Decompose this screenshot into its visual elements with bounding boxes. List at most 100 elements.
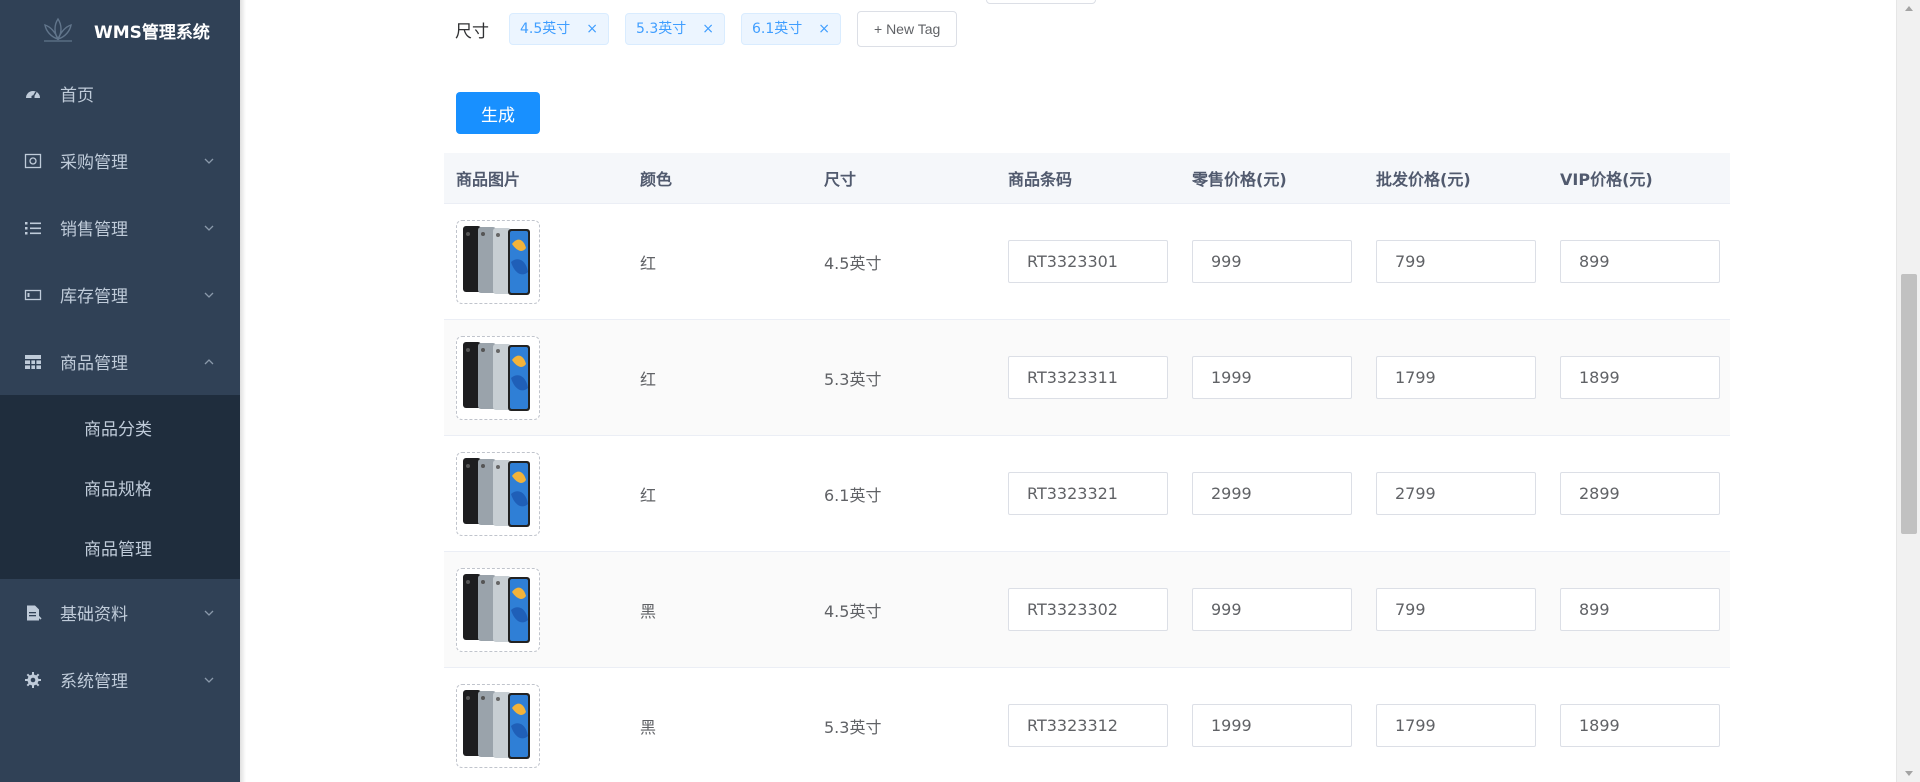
wholesale-cell	[1364, 704, 1548, 747]
barcode-cell	[996, 240, 1180, 283]
tag-close-icon[interactable]: ×	[818, 14, 830, 44]
barcode-cell	[996, 472, 1180, 515]
image-cell	[444, 451, 628, 536]
sidebar-item-sales[interactable]: 销售管理	[0, 194, 240, 261]
table-row: 黑 5.3英寸	[444, 668, 1730, 782]
sidebar: WMS管理系统 首页 采购管理 销售管理 库存管理 商品管理 商品分类 商品规格…	[0, 0, 240, 782]
purchase-icon	[24, 152, 42, 170]
phone-image-icon	[463, 689, 530, 759]
barcode-cell	[996, 588, 1180, 631]
document-icon	[24, 604, 42, 622]
list-icon	[24, 219, 42, 237]
table-body: 红 4.5英寸 红 5.3英寸	[444, 204, 1730, 782]
color-cell: 红	[640, 485, 657, 505]
vip-price-input[interactable]	[1560, 588, 1720, 631]
size-tag: 6.1英寸 ×	[741, 13, 841, 45]
size-cell: 5.3英寸	[824, 717, 882, 737]
wholesale-price-input[interactable]	[1376, 704, 1536, 747]
chevron-up-icon	[204, 358, 214, 364]
scroll-thumb[interactable]	[1901, 274, 1917, 534]
sidebar-item-label: 系统管理	[60, 672, 128, 692]
gear-icon	[24, 671, 42, 689]
barcode-input[interactable]	[1008, 588, 1168, 631]
wholesale-price-input[interactable]	[1376, 588, 1536, 631]
sidebar-item-system[interactable]: 系统管理	[0, 646, 240, 713]
app-logo: WMS管理系统	[0, 0, 240, 60]
sku-table: 商品图片 颜色 尺寸 商品条码 零售价格(元) 批发价格(元) VIP价格(元)	[444, 153, 1730, 782]
wholesale-price-input[interactable]	[1376, 356, 1536, 399]
sidebar-item-purchase[interactable]: 采购管理	[0, 127, 240, 194]
generate-button[interactable]: 生成	[456, 92, 540, 134]
wholesale-cell	[1364, 356, 1548, 399]
sidebar-item-goods[interactable]: 商品管理	[0, 328, 240, 395]
chevron-down-icon	[204, 610, 214, 616]
sidebar-item-label: 基础资料	[60, 605, 128, 625]
product-image-upload[interactable]	[456, 219, 540, 304]
inventory-icon	[24, 286, 42, 304]
retail-price-input[interactable]	[1192, 704, 1352, 747]
retail-cell	[1180, 588, 1364, 631]
sidebar-item-label: 采购管理	[60, 153, 128, 173]
retail-price-input[interactable]	[1192, 356, 1352, 399]
size-cell: 4.5英寸	[824, 601, 882, 621]
tag-label: 4.5英寸	[520, 21, 571, 37]
phone-image-icon	[463, 457, 530, 527]
retail-price-input[interactable]	[1192, 472, 1352, 515]
tag-label: 5.3英寸	[636, 21, 687, 37]
column-header: 商品条码	[1008, 170, 1073, 189]
chevron-down-icon	[204, 225, 214, 231]
barcode-cell	[996, 356, 1180, 399]
sidebar-subitem-goods[interactable]: 商品管理	[0, 517, 240, 577]
color-cell: 黑	[640, 717, 657, 737]
vip-price-input[interactable]	[1560, 472, 1720, 515]
vip-cell	[1548, 588, 1730, 631]
wholesale-cell	[1364, 588, 1548, 631]
retail-price-input[interactable]	[1192, 240, 1352, 283]
app-title: WMS管理系统	[94, 22, 210, 43]
size-label: 尺寸	[455, 21, 489, 42]
retail-cell	[1180, 356, 1364, 399]
sidebar-subitem-category[interactable]: 商品分类	[0, 397, 240, 457]
vip-cell	[1548, 356, 1730, 399]
product-image-upload[interactable]	[456, 451, 540, 536]
tag-close-icon[interactable]: ×	[586, 14, 598, 44]
tag-label: 6.1英寸	[752, 21, 803, 37]
wholesale-price-input[interactable]	[1376, 472, 1536, 515]
vip-price-input[interactable]	[1560, 356, 1720, 399]
barcode-input[interactable]	[1008, 356, 1168, 399]
size-cell: 6.1英寸	[824, 485, 882, 505]
table-row: 黑 4.5英寸	[444, 552, 1730, 668]
sidebar-item-basic-data[interactable]: 基础资料	[0, 579, 240, 646]
retail-price-input[interactable]	[1192, 588, 1352, 631]
new-tag-button[interactable]: + New Tag	[857, 11, 958, 47]
sidebar-subitem-spec[interactable]: 商品规格	[0, 457, 240, 517]
sidebar-item-inventory[interactable]: 库存管理	[0, 261, 240, 328]
image-cell	[444, 567, 628, 652]
column-header: 零售价格(元)	[1192, 170, 1287, 189]
size-cell: 5.3英寸	[824, 369, 882, 389]
scroll-down-icon[interactable]	[1905, 771, 1913, 776]
sidebar-item-label: 销售管理	[60, 220, 128, 240]
product-image-upload[interactable]	[456, 567, 540, 652]
scroll-up-icon[interactable]	[1905, 6, 1913, 11]
vip-price-input[interactable]	[1560, 704, 1720, 747]
product-image-upload[interactable]	[456, 335, 540, 420]
lotus-logo-icon	[44, 17, 72, 42]
barcode-input[interactable]	[1008, 240, 1168, 283]
wholesale-price-input[interactable]	[1376, 240, 1536, 283]
barcode-input[interactable]	[1008, 472, 1168, 515]
vip-price-input[interactable]	[1560, 240, 1720, 283]
sidebar-subitem-label: 商品管理	[84, 539, 152, 560]
phone-image-icon	[463, 573, 530, 643]
sidebar-item-home[interactable]: 首页	[0, 60, 240, 127]
tag-close-icon[interactable]: ×	[702, 14, 714, 44]
retail-cell	[1180, 240, 1364, 283]
table-row: 红 6.1英寸	[444, 436, 1730, 552]
chevron-down-icon	[204, 292, 214, 298]
vip-cell	[1548, 704, 1730, 747]
product-image-upload[interactable]	[456, 683, 540, 768]
sidebar-subitem-label: 商品分类	[84, 419, 152, 440]
vertical-scrollbar[interactable]	[1896, 0, 1920, 782]
barcode-input[interactable]	[1008, 704, 1168, 747]
image-cell	[444, 335, 628, 420]
